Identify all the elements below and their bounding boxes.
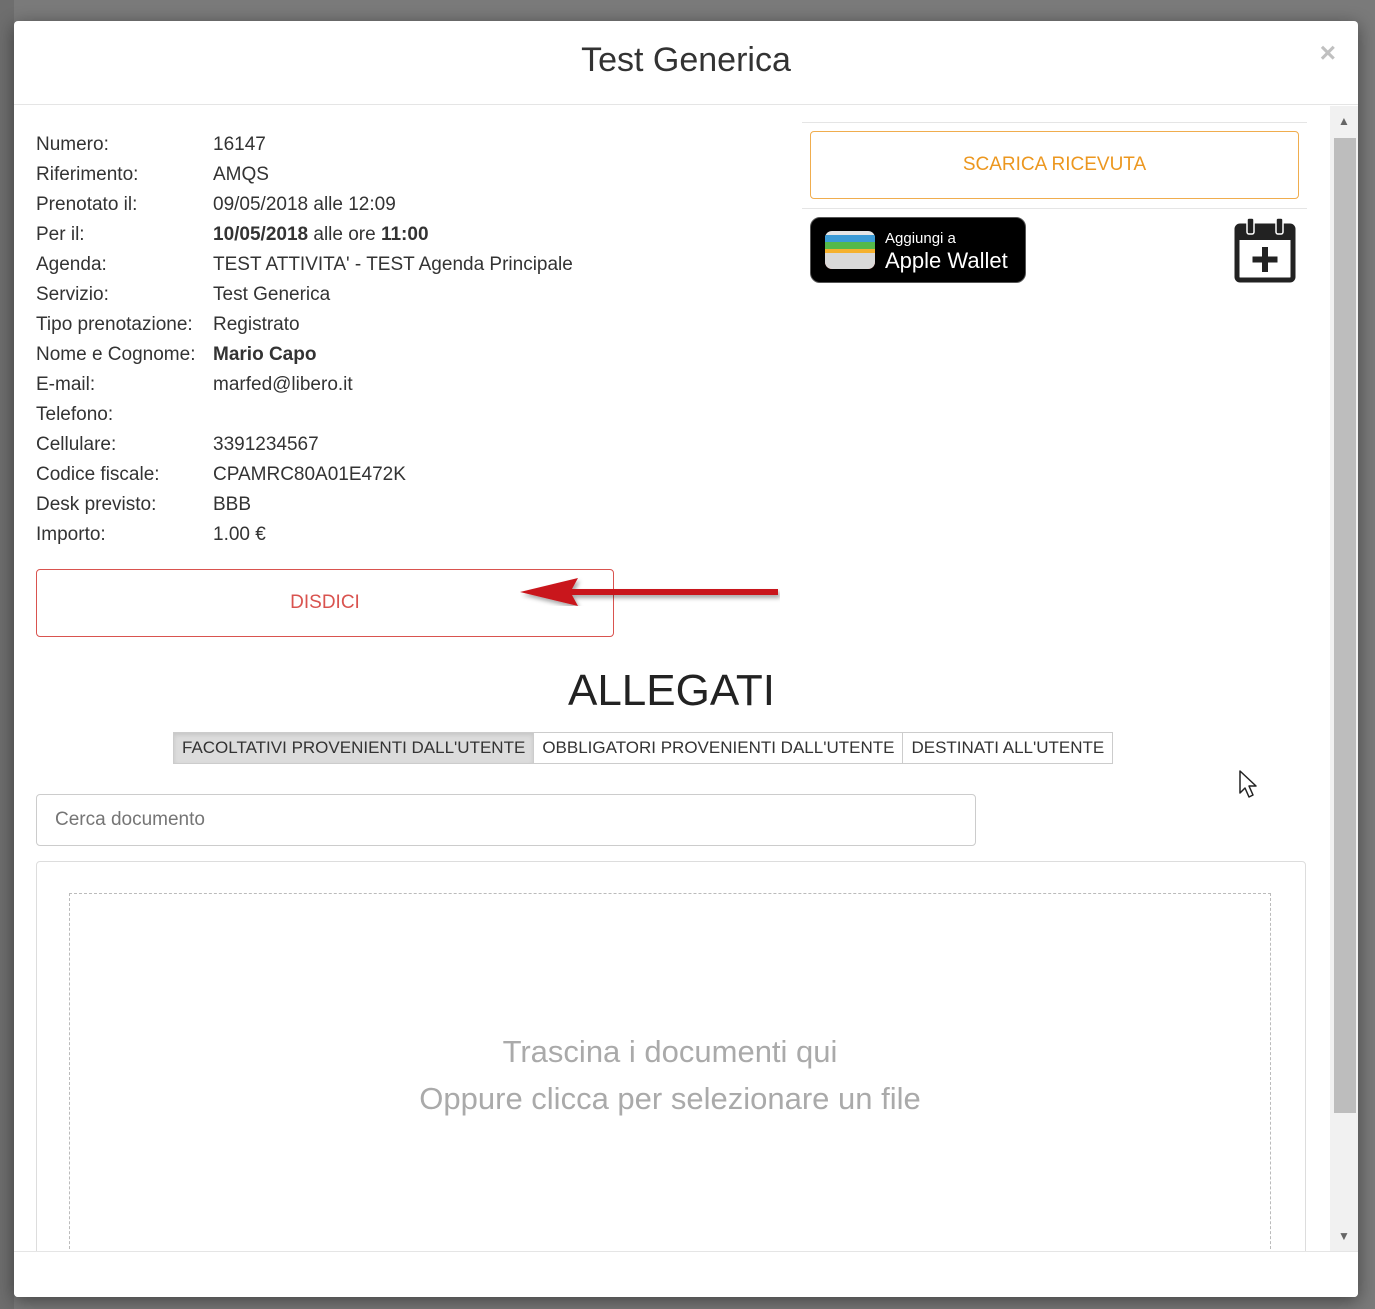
detail-value: TEST ATTIVITA' - TEST Agenda Principale xyxy=(213,254,573,275)
detail-row-riferimento: Riferimento: AMQS xyxy=(36,160,573,190)
divider xyxy=(802,208,1307,209)
detail-row-codice-fiscale: Codice fiscale: CPAMRC80A01E472K xyxy=(36,460,573,490)
modal-footer xyxy=(14,1251,1358,1297)
detail-label: Agenda: xyxy=(36,254,107,275)
appointment-time: 11:00 xyxy=(380,224,429,245)
apple-wallet-button[interactable]: Aggiungi a Apple Wallet xyxy=(810,217,1026,283)
dropzone-alternative: Oppure clicca per selezionare un file xyxy=(419,1081,921,1116)
booking-details: Numero: 16147 Riferimento: AMQS Prenotat… xyxy=(36,130,573,550)
tab-obbligatori[interactable]: OBBLIGATORI PROVENIENTI DALL'UTENTE xyxy=(533,732,904,764)
page-backdrop xyxy=(0,0,14,1309)
detail-label: Tipo prenotazione: xyxy=(36,314,193,335)
appointment-date: 10/05/2018 xyxy=(213,224,309,245)
detail-label: Cellulare: xyxy=(36,434,117,455)
allegati-tabs: FACOLTATIVI PROVENIENTI DALL'UTENTE OBBL… xyxy=(173,732,1114,764)
modal-scrollbar[interactable]: ▲ ▼ xyxy=(1330,106,1358,1251)
detail-value: 1.00 € xyxy=(213,524,266,545)
detail-label: Servizio: xyxy=(36,284,109,305)
file-dropzone[interactable]: Trascina i documenti qui Oppure clicca p… xyxy=(69,893,1271,1251)
calendar-add-icon[interactable] xyxy=(1234,216,1296,284)
detail-value: Registrato xyxy=(213,314,300,335)
detail-label: Telefono: xyxy=(36,404,114,425)
close-icon[interactable]: × xyxy=(1320,39,1336,67)
detail-row-nome: Nome e Cognome: Mario Capo xyxy=(36,340,573,370)
detail-label: E-mail: xyxy=(36,374,96,395)
tab-facoltativi[interactable]: FACOLTATIVI PROVENIENTI DALL'UTENTE xyxy=(173,732,535,764)
detail-value: 3391234567 xyxy=(213,434,319,455)
divider xyxy=(802,122,1307,123)
detail-value: 09/05/2018 alle 12:09 xyxy=(213,194,396,215)
detail-row-servizio: Servizio: Test Generica xyxy=(36,280,573,310)
dropzone-instruction: Trascina i documenti qui xyxy=(502,1034,838,1069)
customer-name: Mario Capo xyxy=(213,344,317,365)
booking-modal: Test Generica × Numero: 16147 Riferiment… xyxy=(14,21,1358,1297)
apple-wallet-icon xyxy=(825,231,875,269)
modal-header: Test Generica × xyxy=(14,21,1358,105)
detail-row-desk: Desk previsto: BBB xyxy=(36,490,573,520)
detail-label: Desk previsto: xyxy=(36,494,157,515)
modal-title: Test Generica xyxy=(581,41,791,79)
detail-label: Riferimento: xyxy=(36,164,139,185)
detail-row-prenotato: Prenotato il: 09/05/2018 alle 12:09 xyxy=(36,190,573,220)
scroll-thumb[interactable] xyxy=(1334,138,1356,1113)
detail-value: BBB xyxy=(213,494,252,515)
detail-row-tipo: Tipo prenotazione: Registrato xyxy=(36,310,573,340)
detail-row-importo: Importo: 1.00 € xyxy=(36,520,573,550)
wallet-big-label: Apple Wallet xyxy=(885,248,1008,273)
detail-label: Importo: xyxy=(36,524,106,545)
detail-value: Mario Capo xyxy=(213,340,316,370)
detail-label: Codice fiscale: xyxy=(36,464,160,485)
scroll-down-icon[interactable]: ▼ xyxy=(1330,1225,1358,1247)
scroll-up-icon[interactable]: ▲ xyxy=(1330,110,1358,132)
detail-value: marfed@libero.it xyxy=(213,374,353,395)
detail-label: Per il: xyxy=(36,224,85,245)
detail-value: 10/05/2018 alle ore 11:00 xyxy=(213,220,429,250)
detail-label: Prenotato il: xyxy=(36,194,138,215)
detail-label: Numero: xyxy=(36,134,109,155)
appointment-connector: alle ore xyxy=(308,224,381,245)
receipt-column: SCARICA RICEVUTA Aggiungi a Apple Wallet xyxy=(802,122,1307,283)
modal-body: Numero: 16147 Riferimento: AMQS Prenotat… xyxy=(14,106,1329,1251)
detail-row-cellulare: Cellulare: 3391234567 xyxy=(36,430,573,460)
allegati-heading: ALLEGATI xyxy=(567,666,776,715)
detail-row-per-il: Per il: 10/05/2018 alle ore 11:00 xyxy=(36,220,573,250)
scarica-ricevuta-button[interactable]: SCARICA RICEVUTA xyxy=(810,131,1299,199)
detail-row-agenda: Agenda: TEST ATTIVITA' - TEST Agenda Pri… xyxy=(36,250,573,280)
detail-label: Nome e Cognome: xyxy=(36,344,196,365)
detail-value: Test Generica xyxy=(213,284,331,305)
arrow-annotation xyxy=(520,578,778,606)
tab-destinati[interactable]: DESTINATI ALL'UTENTE xyxy=(902,732,1114,764)
wallet-small-label: Aggiungi a xyxy=(885,230,956,247)
upload-panel: Trascina i documenti qui Oppure clicca p… xyxy=(36,861,1306,1251)
detail-row-email: E-mail: marfed@libero.it xyxy=(36,370,573,400)
detail-row-numero: Numero: 16147 xyxy=(36,130,573,160)
detail-value: AMQS xyxy=(213,164,269,185)
mouse-cursor-icon xyxy=(1239,770,1257,798)
detail-value: 16147 xyxy=(213,134,266,155)
detail-row-telefono: Telefono: xyxy=(36,400,573,430)
detail-value: CPAMRC80A01E472K xyxy=(213,464,406,485)
search-document-input[interactable] xyxy=(36,794,976,846)
